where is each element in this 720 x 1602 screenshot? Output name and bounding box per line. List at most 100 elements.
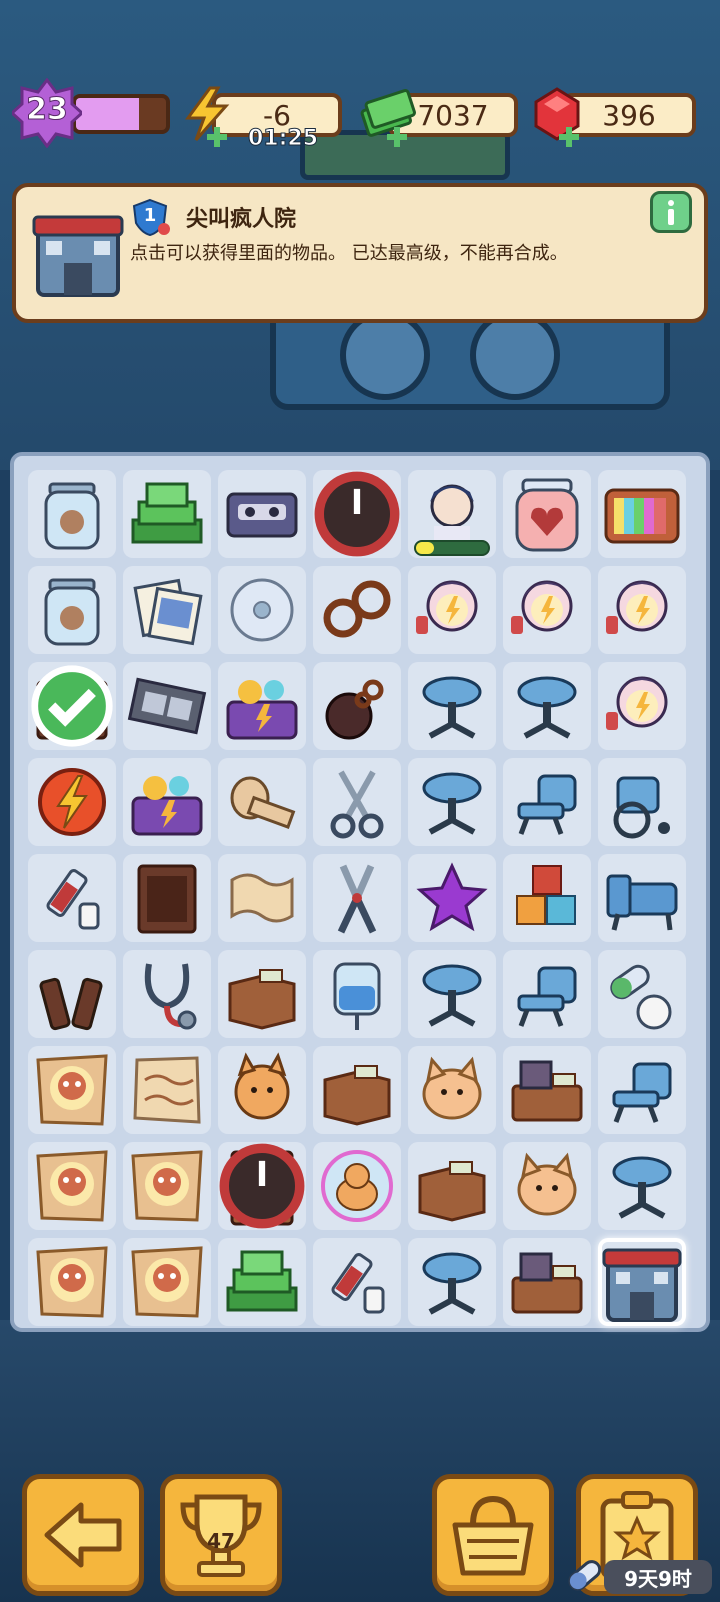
board-cell[interactable] [598, 1142, 686, 1230]
add-gems-icon[interactable] [558, 126, 580, 148]
board-cell[interactable] [408, 854, 496, 942]
board-cell[interactable] [598, 758, 686, 846]
board-cell[interactable] [503, 950, 591, 1038]
board-cell[interactable] [598, 1238, 686, 1326]
board-cell[interactable] [598, 566, 686, 654]
board-cell[interactable] [123, 1238, 211, 1326]
stool-icon [517, 676, 577, 739]
info-icon [668, 200, 674, 225]
info-button[interactable] [650, 191, 692, 233]
skull-paper-icon [131, 1246, 203, 1318]
board-cell[interactable] [28, 1046, 116, 1134]
board-cell[interactable] [218, 1046, 306, 1134]
board-cell[interactable] [218, 758, 306, 846]
board-cell[interactable] [218, 854, 306, 942]
basket-button[interactable] [432, 1474, 554, 1596]
add-cash-icon[interactable] [386, 126, 408, 148]
photos-icon [133, 578, 203, 646]
basket-icon [452, 1495, 534, 1576]
board-cell[interactable] [218, 662, 306, 750]
merge-board [10, 452, 710, 1332]
board-cell[interactable] [598, 1046, 686, 1134]
board-cell[interactable] [313, 854, 401, 942]
board-cell[interactable] [598, 854, 686, 942]
board-cell[interactable] [313, 662, 401, 750]
scissors-icon [330, 770, 384, 839]
board-cell[interactable] [123, 566, 211, 654]
board-cell[interactable] [28, 470, 116, 558]
board-cell[interactable] [408, 1238, 496, 1326]
board-cell[interactable] [408, 950, 496, 1038]
board-cell[interactable] [408, 566, 496, 654]
board-cell[interactable] [218, 950, 306, 1038]
stool-icon [422, 1252, 482, 1315]
board-cell[interactable] [313, 1046, 401, 1134]
iv-bag-icon [333, 962, 381, 1030]
board-cell[interactable] [28, 854, 116, 942]
ghost-nurse-icon [606, 580, 668, 634]
desk-icon [511, 1252, 583, 1314]
wheelchair-icon [613, 776, 670, 839]
board-cell[interactable] [28, 566, 116, 654]
chair-icon [517, 966, 577, 1027]
board-cell[interactable] [218, 1238, 306, 1326]
jar-icon [44, 482, 100, 550]
board-cell[interactable] [313, 1238, 401, 1326]
note-paper-icon [133, 1056, 201, 1124]
item-description: 点击可以获得里面的物品。 已达最高级，不能再合成。 [130, 243, 568, 264]
film-strip-icon [127, 677, 207, 735]
cooldown-timer-icon [314, 471, 400, 557]
board-cell[interactable] [28, 1238, 116, 1326]
board-cell[interactable] [408, 662, 496, 750]
board-cell[interactable] [408, 1142, 496, 1230]
board-cell[interactable] [123, 950, 211, 1038]
board-cell[interactable] [503, 1046, 591, 1134]
toy-chest-icon [226, 680, 298, 740]
board-cell[interactable] [313, 758, 401, 846]
board-cell[interactable] [123, 662, 211, 750]
board-cell[interactable] [503, 854, 591, 942]
pliers-icon [337, 864, 377, 934]
board-cell[interactable] [503, 470, 591, 558]
board-cell[interactable] [123, 1046, 211, 1134]
board-cell[interactable] [218, 566, 306, 654]
board-cell[interactable] [408, 758, 496, 846]
board-cell[interactable] [503, 1142, 591, 1230]
generator-progress-fill [416, 542, 434, 554]
board-cell[interactable] [503, 758, 591, 846]
board-cell[interactable] [123, 854, 211, 942]
board-cell[interactable] [313, 950, 401, 1038]
board-cell[interactable] [313, 1142, 401, 1230]
toy-chest-icon [131, 776, 203, 836]
board-cell[interactable] [598, 662, 686, 750]
board-cell[interactable] [503, 662, 591, 750]
cat-toy-icon [234, 1052, 290, 1120]
board-cell[interactable] [123, 470, 211, 558]
stool-icon [612, 1156, 672, 1219]
board-cell[interactable] [218, 1142, 306, 1230]
add-energy-icon[interactable] [206, 126, 228, 148]
board-cell[interactable] [28, 758, 116, 846]
board-cell[interactable] [218, 470, 306, 558]
board-cell[interactable] [503, 566, 591, 654]
board-cell[interactable] [123, 1142, 211, 1230]
board-cell[interactable] [28, 950, 116, 1038]
bed-icon [606, 874, 678, 931]
board-cell[interactable] [28, 1142, 116, 1230]
board-cell[interactable] [123, 758, 211, 846]
board-cell[interactable] [28, 662, 116, 750]
trophy-button[interactable]: 47 [160, 1474, 282, 1596]
board-cell[interactable] [408, 1046, 496, 1134]
board-cell[interactable] [408, 470, 496, 558]
board-cell[interactable] [313, 566, 401, 654]
back-button[interactable] [22, 1474, 144, 1596]
board-cell[interactable] [598, 470, 686, 558]
skull-paper-icon [36, 1054, 108, 1126]
blocks-icon [516, 865, 576, 925]
board-cell[interactable] [598, 950, 686, 1038]
board-cell[interactable] [503, 1238, 591, 1326]
item-info-panel: 1 尖叫疯人院 点击可以获得里面的物品。 已达最高级，不能再合成。 [12, 183, 708, 323]
syringe-icon [46, 869, 100, 930]
energy-timer: 01:25 [247, 126, 319, 152]
board-cell[interactable] [313, 470, 401, 558]
